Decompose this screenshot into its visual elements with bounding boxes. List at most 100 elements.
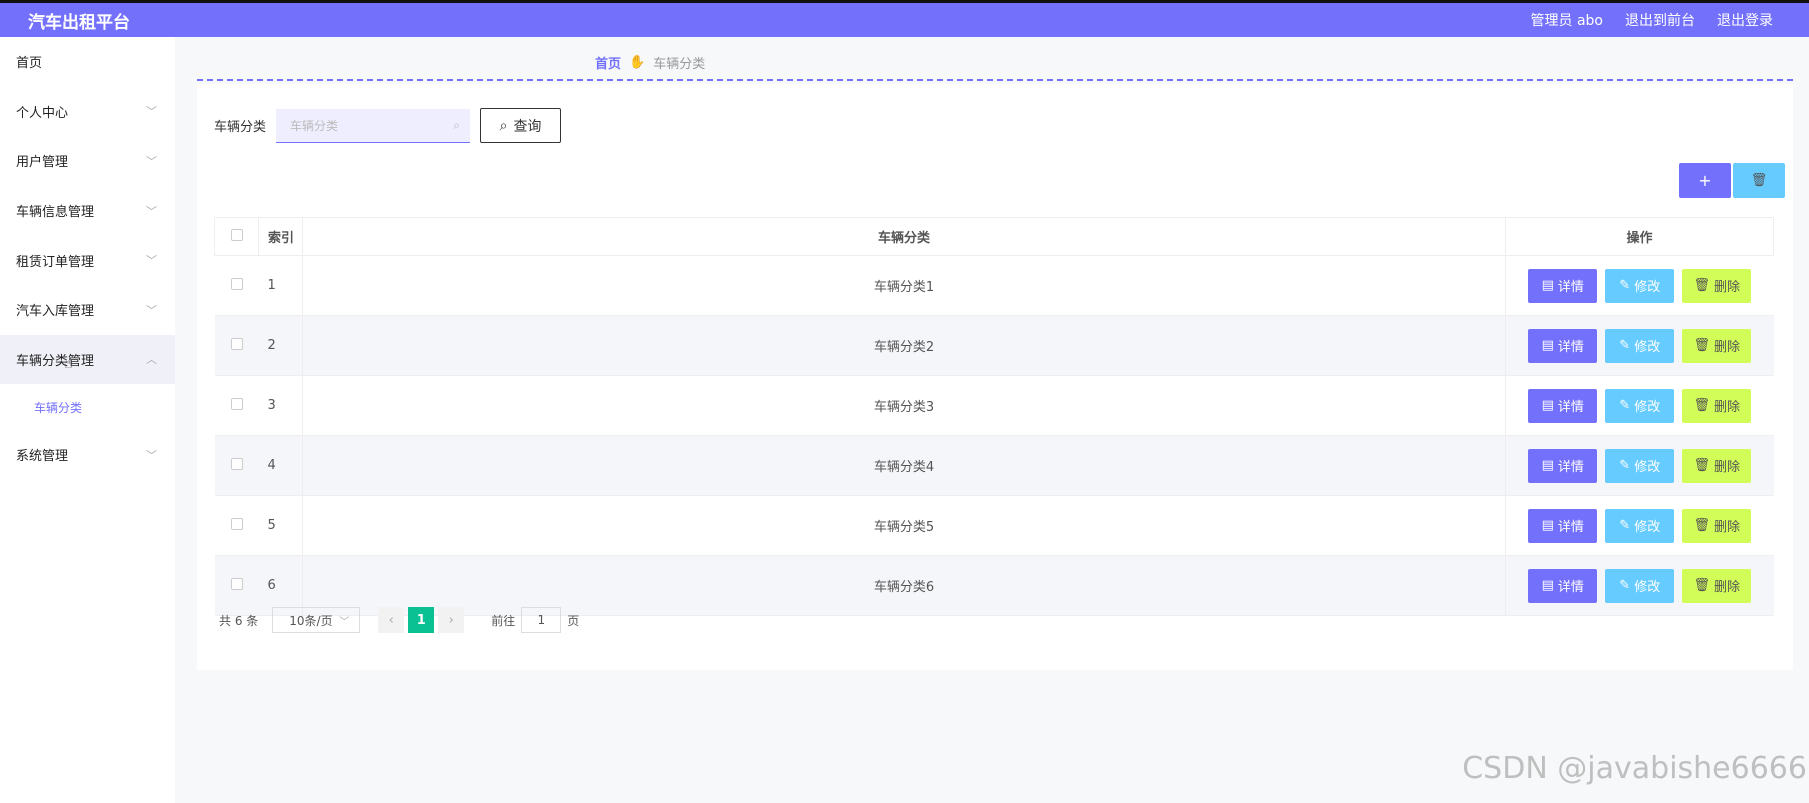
table-row: 5 车辆分类5 ▤ 详情 ✎ 修改 🗑 删除: [214, 495, 1774, 556]
query-button[interactable]: ⌕ 查询: [480, 108, 562, 143]
pencil-icon: ✎: [1619, 398, 1631, 413]
edit-button[interactable]: ✎ 修改: [1605, 388, 1675, 423]
select-all-checkbox[interactable]: [230, 228, 243, 241]
table-row: 1 车辆分类1 ▤ 详情 ✎ 修改 🗑 删除: [214, 255, 1774, 316]
pencil-icon: ✎: [1619, 518, 1631, 533]
chevron-up-icon: ︿: [146, 353, 157, 367]
pencil-icon: ✎: [1619, 458, 1631, 473]
edit-button[interactable]: ✎ 修改: [1605, 268, 1675, 303]
sidebar-item-vehicle-category[interactable]: 车辆分类管理 ︿: [0, 334, 175, 385]
row-index: 4: [258, 435, 303, 496]
toolbar: + 🗑: [1679, 163, 1785, 198]
batch-delete-button[interactable]: 🗑: [1733, 163, 1785, 198]
chevron-down-icon: ﹀: [146, 154, 157, 168]
header-index: 索引: [258, 217, 303, 256]
goto-label: 前往: [491, 613, 516, 628]
trash-icon: 🗑: [1693, 518, 1710, 533]
edit-button[interactable]: ✎ 修改: [1605, 568, 1675, 603]
top-bar: 汽车出租平台 管理员 abo 退出到前台 退出登录: [0, 0, 1809, 37]
detail-button[interactable]: ▤ 详情: [1528, 268, 1598, 303]
row-category-name: 车辆分类1: [302, 255, 1506, 316]
edit-button[interactable]: ✎ 修改: [1605, 448, 1675, 483]
row-category-name: 车辆分类4: [302, 435, 1506, 496]
row-checkbox[interactable]: [230, 397, 243, 410]
sidebar-item-rental-orders[interactable]: 租赁订单管理 ﹀: [0, 235, 175, 285]
sidebar-item-car-stock[interactable]: 汽车入库管理 ﹀: [0, 285, 175, 335]
delete-button[interactable]: 🗑 删除: [1682, 508, 1752, 543]
table-row: 3 车辆分类3 ▤ 详情 ✎ 修改 🗑 删除: [214, 375, 1774, 436]
hand-icon: ✋: [629, 55, 646, 70]
detail-button[interactable]: ▤ 详情: [1528, 388, 1598, 423]
edit-button[interactable]: ✎ 修改: [1605, 508, 1675, 543]
row-index: 3: [258, 375, 303, 436]
detail-button[interactable]: ▤ 详情: [1528, 568, 1598, 603]
row-checkbox[interactable]: [230, 517, 243, 530]
pencil-icon: ✎: [1619, 578, 1631, 593]
sidebar-item-system[interactable]: 系统管理 ﹀: [0, 430, 175, 480]
total-count: 共 6 条: [219, 613, 259, 628]
row-checkbox[interactable]: [230, 457, 243, 470]
row-index: 2: [258, 315, 303, 376]
table-row: 4 车辆分类4 ▤ 详情 ✎ 修改 🗑 删除: [214, 435, 1774, 496]
document-icon: ▤: [1541, 518, 1554, 533]
brand-title: 汽车出租平台: [28, 12, 130, 33]
edit-button[interactable]: ✎ 修改: [1605, 328, 1675, 363]
mouse-cursor-icon: ☝: [64, 356, 73, 372]
page-number-current[interactable]: 1: [408, 607, 435, 633]
chevron-down-icon: ﹀: [146, 303, 157, 317]
row-checkbox[interactable]: [230, 277, 243, 290]
header-actions: 操作: [1505, 217, 1774, 256]
trash-icon: 🗑: [1693, 278, 1710, 293]
logout-link[interactable]: 退出登录: [1717, 10, 1773, 30]
chevron-right-icon: ›: [448, 612, 454, 628]
document-icon: ▤: [1541, 278, 1554, 293]
plus-icon: +: [1698, 171, 1712, 190]
delete-button[interactable]: 🗑 删除: [1682, 268, 1752, 303]
delete-button[interactable]: 🗑 删除: [1682, 328, 1752, 363]
add-button[interactable]: +: [1679, 163, 1731, 198]
detail-button[interactable]: ▤ 详情: [1528, 508, 1598, 543]
next-page-button[interactable]: ›: [438, 607, 465, 633]
page-size-select[interactable]: 10条/页 ﹀: [272, 607, 361, 633]
sidebar-item-home[interactable]: 首页: [0, 37, 175, 87]
trash-icon: 🗑: [1693, 398, 1710, 413]
row-index: 1: [258, 255, 303, 316]
search-row: 车辆分类 车辆分类 ⌕ ⌕ 查询: [214, 108, 562, 143]
breadcrumb-current: 车辆分类: [653, 57, 706, 72]
detail-button[interactable]: ▤ 详情: [1528, 328, 1598, 363]
delete-button[interactable]: 🗑 删除: [1682, 568, 1752, 603]
sidebar-item-vehicle-info[interactable]: 车辆信息管理 ﹀: [0, 186, 175, 236]
document-icon: ▤: [1541, 338, 1554, 353]
prev-page-button[interactable]: ‹: [378, 607, 405, 633]
goto-page-input[interactable]: 1: [521, 607, 562, 633]
breadcrumb-home[interactable]: 首页: [595, 53, 621, 72]
delete-button[interactable]: 🗑 删除: [1682, 388, 1752, 423]
pencil-icon: ✎: [1619, 338, 1631, 353]
row-checkbox[interactable]: [230, 337, 243, 350]
row-category-name: 车辆分类3: [302, 375, 1506, 436]
search-input[interactable]: 车辆分类 ⌕: [276, 108, 471, 143]
table-row: 2 车辆分类2 ▤ 详情 ✎ 修改 🗑 删除: [214, 315, 1774, 376]
chevron-down-icon: ﹀: [146, 448, 157, 462]
category-table: 索引 车辆分类 操作 1 车辆分类1 ▤ 详情 ✎ 修改 🗑 删除 2 车辆分类…: [214, 217, 1774, 616]
admin-user-link[interactable]: 管理员 abo: [1531, 10, 1603, 30]
trash-icon: 🗑: [1750, 173, 1768, 188]
chevron-down-icon: ﹀: [146, 204, 157, 218]
row-index: 5: [258, 495, 303, 556]
document-icon: ▤: [1541, 398, 1554, 413]
exit-to-frontend-link[interactable]: 退出到前台: [1625, 10, 1695, 30]
row-checkbox[interactable]: [230, 577, 243, 590]
chevron-down-icon: ﹀: [146, 105, 157, 119]
sidebar-item-personal-center[interactable]: 个人中心 ﹀: [0, 87, 175, 137]
chevron-down-icon: ﹀: [339, 616, 350, 628]
submenu-item-vehicle-category[interactable]: 车辆分类: [0, 384, 175, 430]
delete-button[interactable]: 🗑 删除: [1682, 448, 1752, 483]
sidebar: 首页 个人中心 ﹀ 用户管理 ﹀ 车辆信息管理 ﹀ 租赁订单管理 ﹀ 汽车入库管理 ﹀ 车…: [0, 37, 175, 803]
document-icon: ▤: [1541, 578, 1554, 593]
breadcrumb: 首页 ✋ 车辆分类: [595, 53, 705, 72]
table-header-row: 索引 车辆分类 操作: [214, 217, 1774, 256]
search-icon: ⌕: [453, 117, 461, 132]
detail-button[interactable]: ▤ 详情: [1528, 448, 1598, 483]
content-panel: 车辆分类 车辆分类 ⌕ ⌕ 查询 + 🗑 索引 车辆分类 操作 1 车辆分类1 …: [197, 84, 1793, 670]
sidebar-item-user-management[interactable]: 用户管理 ﹀: [0, 136, 175, 186]
